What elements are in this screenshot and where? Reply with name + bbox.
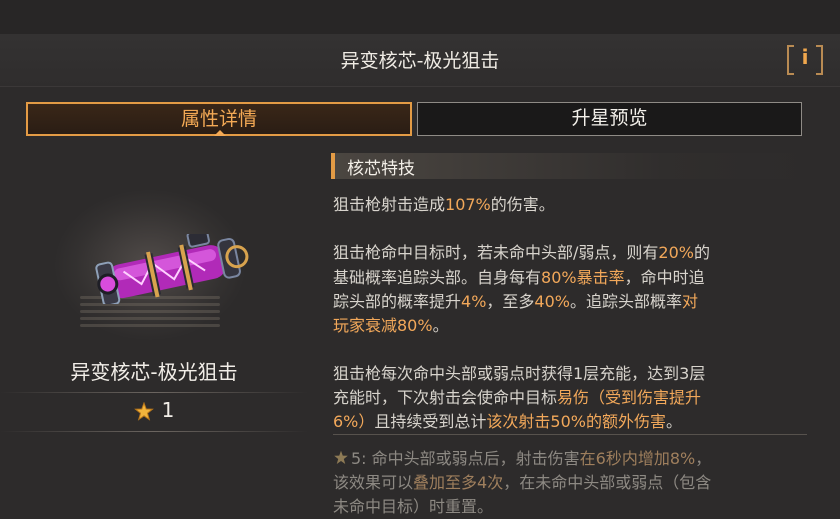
star5-bonus-line-2: 该效果可以叠加至多4次，在未命中头部或弱点（包含 bbox=[333, 473, 712, 492]
aurora-sniper-core-icon bbox=[95, 234, 249, 304]
header-bar: 异变核芯-极光狙击 bbox=[0, 34, 840, 87]
info-button[interactable]: i bbox=[787, 45, 823, 75]
desc-line-3: 基础概率追踪头部。自身每有80%暴击率，命中时追 bbox=[333, 268, 705, 287]
star-icon bbox=[133, 401, 154, 421]
top-status-strip bbox=[0, 0, 840, 34]
desc-line-6: 狙击枪每次命中头部或弱点时获得1层充能，达到3层 bbox=[333, 364, 706, 383]
section-core-skill: 核芯特技 bbox=[331, 153, 809, 179]
desc-line-1: 狙击枪射击造成107%的伤害。 bbox=[333, 195, 555, 214]
star-divider-bottom bbox=[0, 431, 308, 432]
active-tab-indicator-icon bbox=[214, 130, 226, 136]
item-name: 异变核芯-极光狙击 bbox=[70, 360, 238, 384]
page-title: 异变核芯-极光狙击 bbox=[340, 50, 500, 72]
desc-line-8: 6%）且持续受到总计该次射击50%的额外伤害。 bbox=[333, 412, 682, 431]
star-divider-top bbox=[0, 392, 308, 393]
desc-line-7: 充能时，下次射击会使命中目标易伤（受到伤害提升 bbox=[333, 388, 702, 407]
tab-attribute-details[interactable]: 属性详情 bbox=[26, 102, 412, 136]
info-icon: i bbox=[801, 45, 809, 69]
star5-bonus-line-3: 未命中目标）时重置。 bbox=[333, 497, 494, 516]
star-level: 1 bbox=[0, 398, 308, 422]
section-title: 核芯特技 bbox=[347, 159, 415, 179]
star-bonus-divider bbox=[333, 434, 807, 435]
tab-attribute-details-label: 属性详情 bbox=[180, 108, 257, 130]
desc-line-4: 踪头部的概率提升4%，至多40%。追踪头部概率对 bbox=[333, 292, 699, 311]
star-5-icon bbox=[334, 450, 348, 464]
star5-bonus-line-1: 5: 命中头部或弱点后，射击伤害在6秒内增加8%， bbox=[333, 446, 805, 471]
desc-line-5: 玩家衰减80%。 bbox=[333, 316, 449, 335]
desc-line-2: 狙击枪命中目标时，若未命中头部/弱点，则有20%的 bbox=[333, 243, 710, 262]
tab-star-preview[interactable]: 升星预览 bbox=[417, 102, 802, 136]
tab-star-preview-label: 升星预览 bbox=[571, 107, 648, 129]
star-count: 1 bbox=[161, 398, 175, 422]
